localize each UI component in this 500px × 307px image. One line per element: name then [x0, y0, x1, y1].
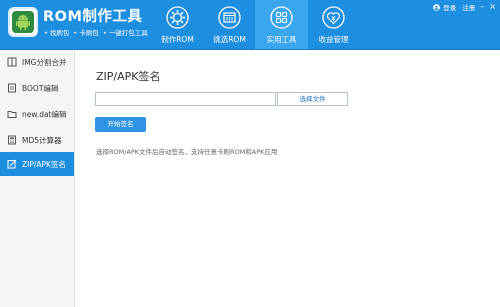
- minimize-icon[interactable]: –: [480, 3, 484, 11]
- sidebar-item-label: BOOT编辑: [22, 83, 59, 93]
- tab-earnings[interactable]: 收益管理: [307, 0, 360, 49]
- app-subtitle: • 找刷包 • 卡刷包 • 一键打包工具: [44, 27, 152, 37]
- folder-icon: [7, 109, 17, 119]
- app-title: ROM制作工具: [43, 9, 143, 25]
- tab-label: 挑选ROM: [213, 35, 246, 44]
- android-logo-icon: [8, 7, 38, 37]
- img-split-icon: [7, 57, 17, 67]
- login-link[interactable]: 登录: [443, 2, 456, 12]
- sidebar-item-img-split[interactable]: IMG分割合并: [0, 50, 74, 74]
- boot-edit-icon: [7, 83, 17, 93]
- top-right-controls: 登录 注册 – ×: [433, 2, 496, 12]
- app-header: ROM制作工具 • 找刷包• 卡刷包• 一键打包工具 制作ROM 挑选ROM: [0, 0, 500, 50]
- sidebar-item-label: MD5计算器: [22, 135, 62, 145]
- sidebar-item-md5-calculator[interactable]: MD5计算器: [0, 128, 74, 152]
- subtitle-item: • 卡刷包: [73, 29, 99, 37]
- sidebar-item-zip-apk-sign[interactable]: ZIP/APK签名: [0, 152, 74, 176]
- register-link[interactable]: 注册: [462, 2, 475, 12]
- calculator-icon: [7, 135, 17, 145]
- heart-yen-icon: [322, 6, 345, 29]
- sidebar-item-label: IMG分割合并: [22, 57, 67, 67]
- choose-file-button[interactable]: 选择文件: [277, 92, 348, 106]
- tab-make-rom[interactable]: 制作ROM: [151, 0, 204, 49]
- tab-label: 实用工具: [266, 35, 297, 44]
- sidebar-item-newdat-edit[interactable]: new.dat编辑: [0, 102, 74, 126]
- sidebar: IMG分割合并 BOOT编辑 new.dat编辑 MD5计算器 ZIP/APK签…: [0, 50, 75, 307]
- tab-pick-rom[interactable]: 挑选ROM: [203, 0, 256, 49]
- subtitle-item: • 一键打包工具: [102, 29, 148, 37]
- sidebar-item-label: new.dat编辑: [22, 109, 67, 119]
- tab-label: 制作ROM: [161, 35, 194, 44]
- sidebar-item-label: ZIP/APK签名: [22, 159, 66, 169]
- tab-label: 收益管理: [318, 35, 349, 44]
- rom-package-icon: [218, 6, 241, 29]
- user-icon: [433, 3, 441, 11]
- hint-text: 选择ROM/APK文件后自动签名，支持任意卡刷ROM和APK应用: [96, 148, 278, 156]
- file-path-input[interactable]: [95, 92, 276, 106]
- close-icon[interactable]: ×: [489, 3, 496, 11]
- start-sign-button[interactable]: 开始签名: [95, 117, 146, 132]
- subtitle-item: • 找刷包: [44, 29, 70, 37]
- grid-apps-icon: [270, 6, 293, 29]
- sign-icon: [7, 159, 17, 169]
- page-title: ZIP/APK签名: [96, 70, 161, 83]
- tab-utilities[interactable]: 实用工具: [255, 0, 308, 49]
- sidebar-item-boot-edit[interactable]: BOOT编辑: [0, 76, 74, 100]
- gear-icon: [166, 6, 189, 29]
